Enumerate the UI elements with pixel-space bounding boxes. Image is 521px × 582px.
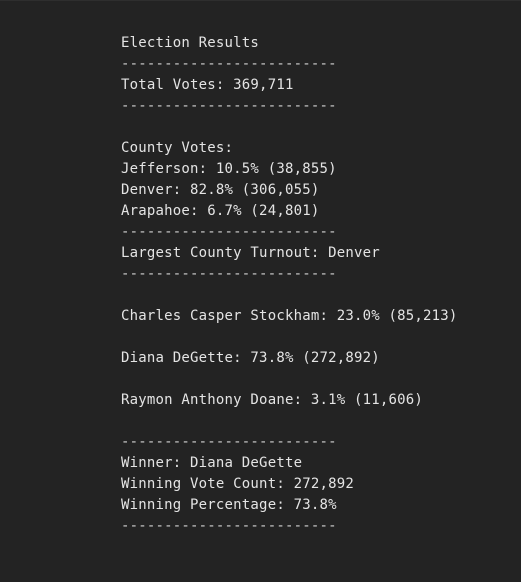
separator-line: -------------------------	[121, 266, 337, 282]
county-votes-header: County Votes:	[121, 140, 234, 156]
candidate-line-stockham: Charles Casper Stockham: 23.0% (85,213)	[121, 308, 458, 324]
winner-line: Winner: Diana DeGette	[121, 455, 303, 471]
window-top-edge	[0, 0, 521, 1]
largest-county-turnout: Largest County Turnout: Denver	[121, 245, 380, 261]
separator-line: -------------------------	[121, 518, 337, 534]
county-line-denver: Denver: 82.8% (306,055)	[121, 182, 320, 198]
total-votes: Total Votes: 369,711	[121, 77, 294, 93]
county-line-arapahoe: Arapahoe: 6.7% (24,801)	[121, 203, 320, 219]
candidate-line-doane: Raymon Anthony Doane: 3.1% (11,606)	[121, 392, 424, 408]
candidate-line-degette: Diana DeGette: 73.8% (272,892)	[121, 350, 380, 366]
county-line-jefferson: Jefferson: 10.5% (38,855)	[121, 161, 337, 177]
winning-vote-count: Winning Vote Count: 272,892	[121, 476, 354, 492]
terminal-output: Election Results -----------------------…	[121, 33, 458, 537]
report-title: Election Results	[121, 35, 260, 51]
separator-line: -------------------------	[121, 98, 337, 114]
separator-line: -------------------------	[121, 224, 337, 240]
winning-percentage: Winning Percentage: 73.8%	[121, 497, 337, 513]
separator-line: -------------------------	[121, 56, 337, 72]
separator-line: -------------------------	[121, 434, 337, 450]
